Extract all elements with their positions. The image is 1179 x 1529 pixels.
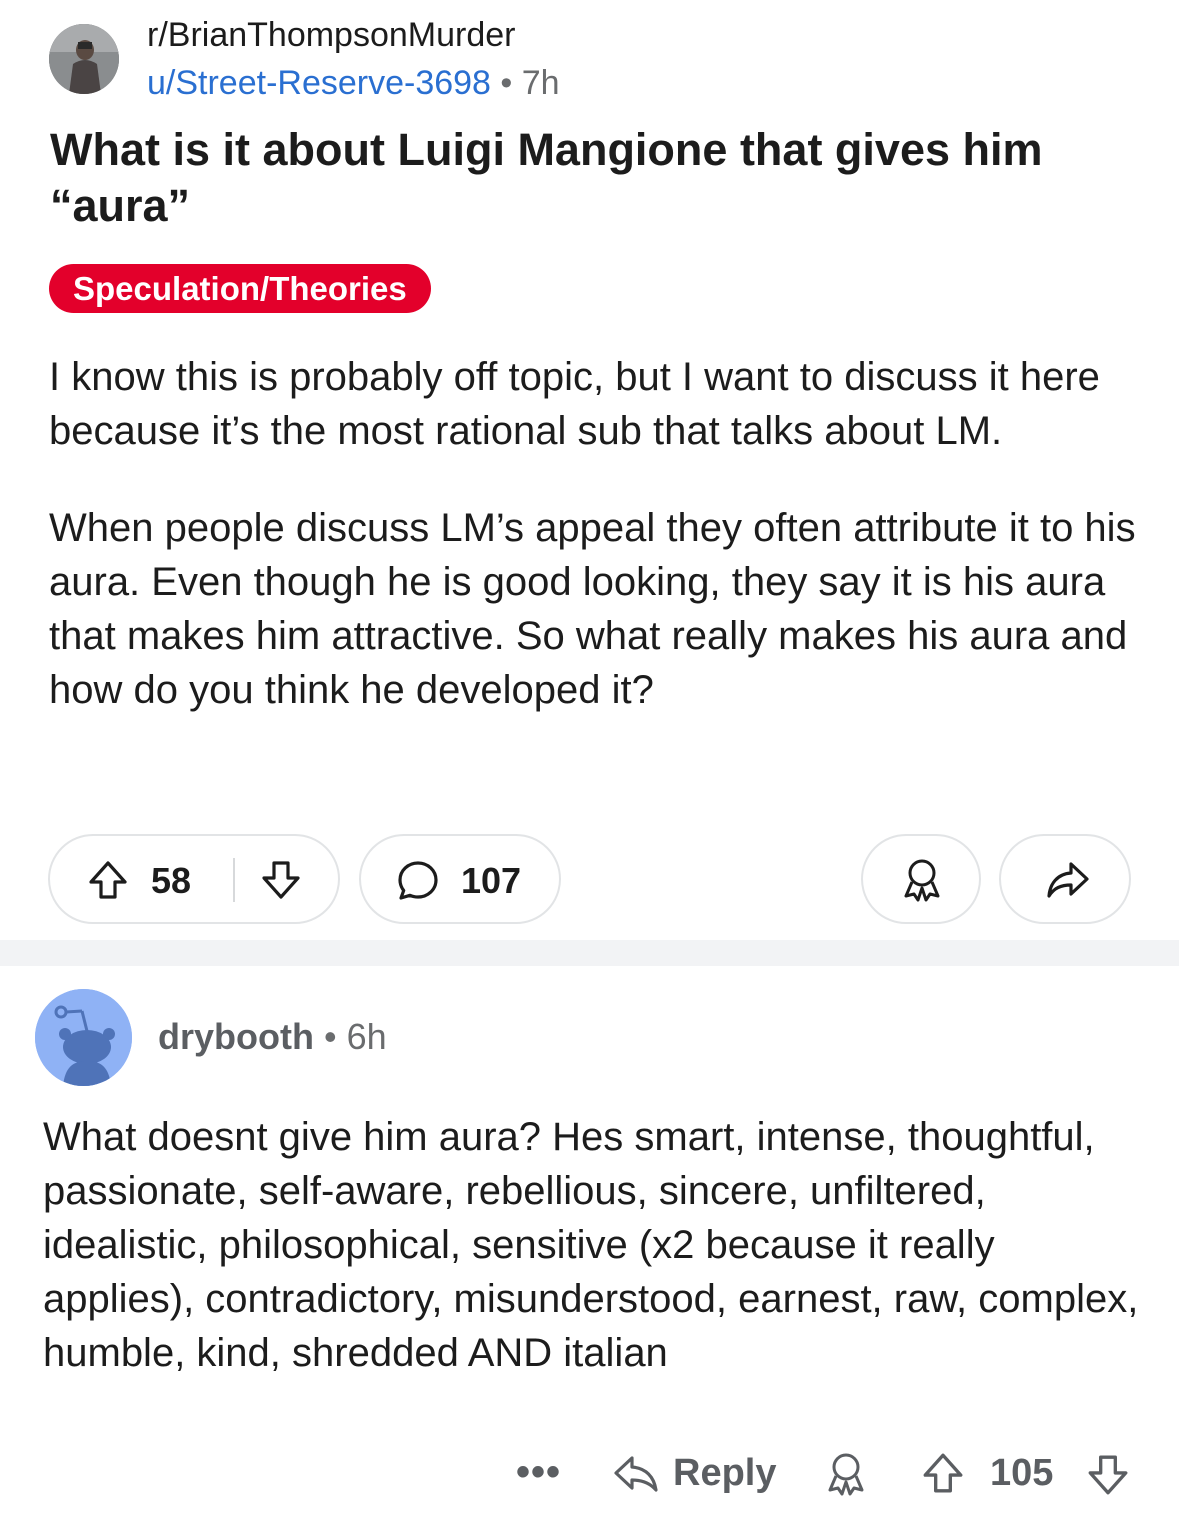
comment-time: 6h <box>346 1016 387 1057</box>
post-meta: u/Street-Reserve-3698 • 7h <box>147 64 560 103</box>
comment-bubble-icon <box>398 861 438 900</box>
downvote-icon[interactable] <box>259 858 303 902</box>
commenter-avatar[interactable] <box>35 989 132 1086</box>
reply-arrow-icon[interactable] <box>612 1452 660 1496</box>
avatar-photo <box>49 24 119 94</box>
comment-count: 107 <box>461 860 522 901</box>
post-flair[interactable]: Speculation/Theories <box>49 264 431 313</box>
comment-body: What doesnt give him aura? Hes smart, in… <box>43 1115 1139 1375</box>
more-options-button[interactable]: ••• <box>516 1450 561 1495</box>
reply-button[interactable]: Reply <box>673 1452 776 1495</box>
subreddit-avatar[interactable] <box>49 24 119 94</box>
comment-meta: drybooth • 6h <box>158 1016 387 1058</box>
meta-separator: • <box>324 1016 337 1057</box>
post-time: 7h <box>521 64 560 102</box>
post-author[interactable]: u/Street-Reserve-3698 <box>147 64 491 102</box>
upvote-icon[interactable] <box>86 858 130 902</box>
section-divider <box>0 940 1179 966</box>
post-paragraph: When people discuss LM’s appeal they oft… <box>49 506 1136 712</box>
post-vote-count: 58 <box>151 860 192 901</box>
post-paragraph: I know this is probably off topic, but I… <box>49 355 1100 453</box>
comments-button[interactable]: 107 <box>359 834 561 924</box>
upvote-icon[interactable] <box>920 1450 966 1496</box>
snoo-avatar-icon <box>35 989 132 1086</box>
meta-separator: • <box>500 64 513 102</box>
post-body: I know this is probably off topic, but I… <box>49 350 1149 760</box>
downvote-icon[interactable] <box>1085 1452 1131 1498</box>
vote-control: 58 <box>48 834 340 924</box>
subreddit-name[interactable]: r/BrianThompsonMurder <box>147 16 515 55</box>
comment-vote-count: 105 <box>990 1452 1054 1494</box>
award-icon[interactable] <box>824 1450 868 1498</box>
comment-author[interactable]: drybooth <box>158 1016 314 1057</box>
share-icon <box>1047 862 1089 898</box>
award-button[interactable] <box>861 834 981 924</box>
award-icon <box>904 859 940 902</box>
vote-divider <box>233 858 235 902</box>
share-button[interactable] <box>999 834 1131 924</box>
post-title[interactable]: What is it about Luigi Mangione that giv… <box>50 122 1130 234</box>
